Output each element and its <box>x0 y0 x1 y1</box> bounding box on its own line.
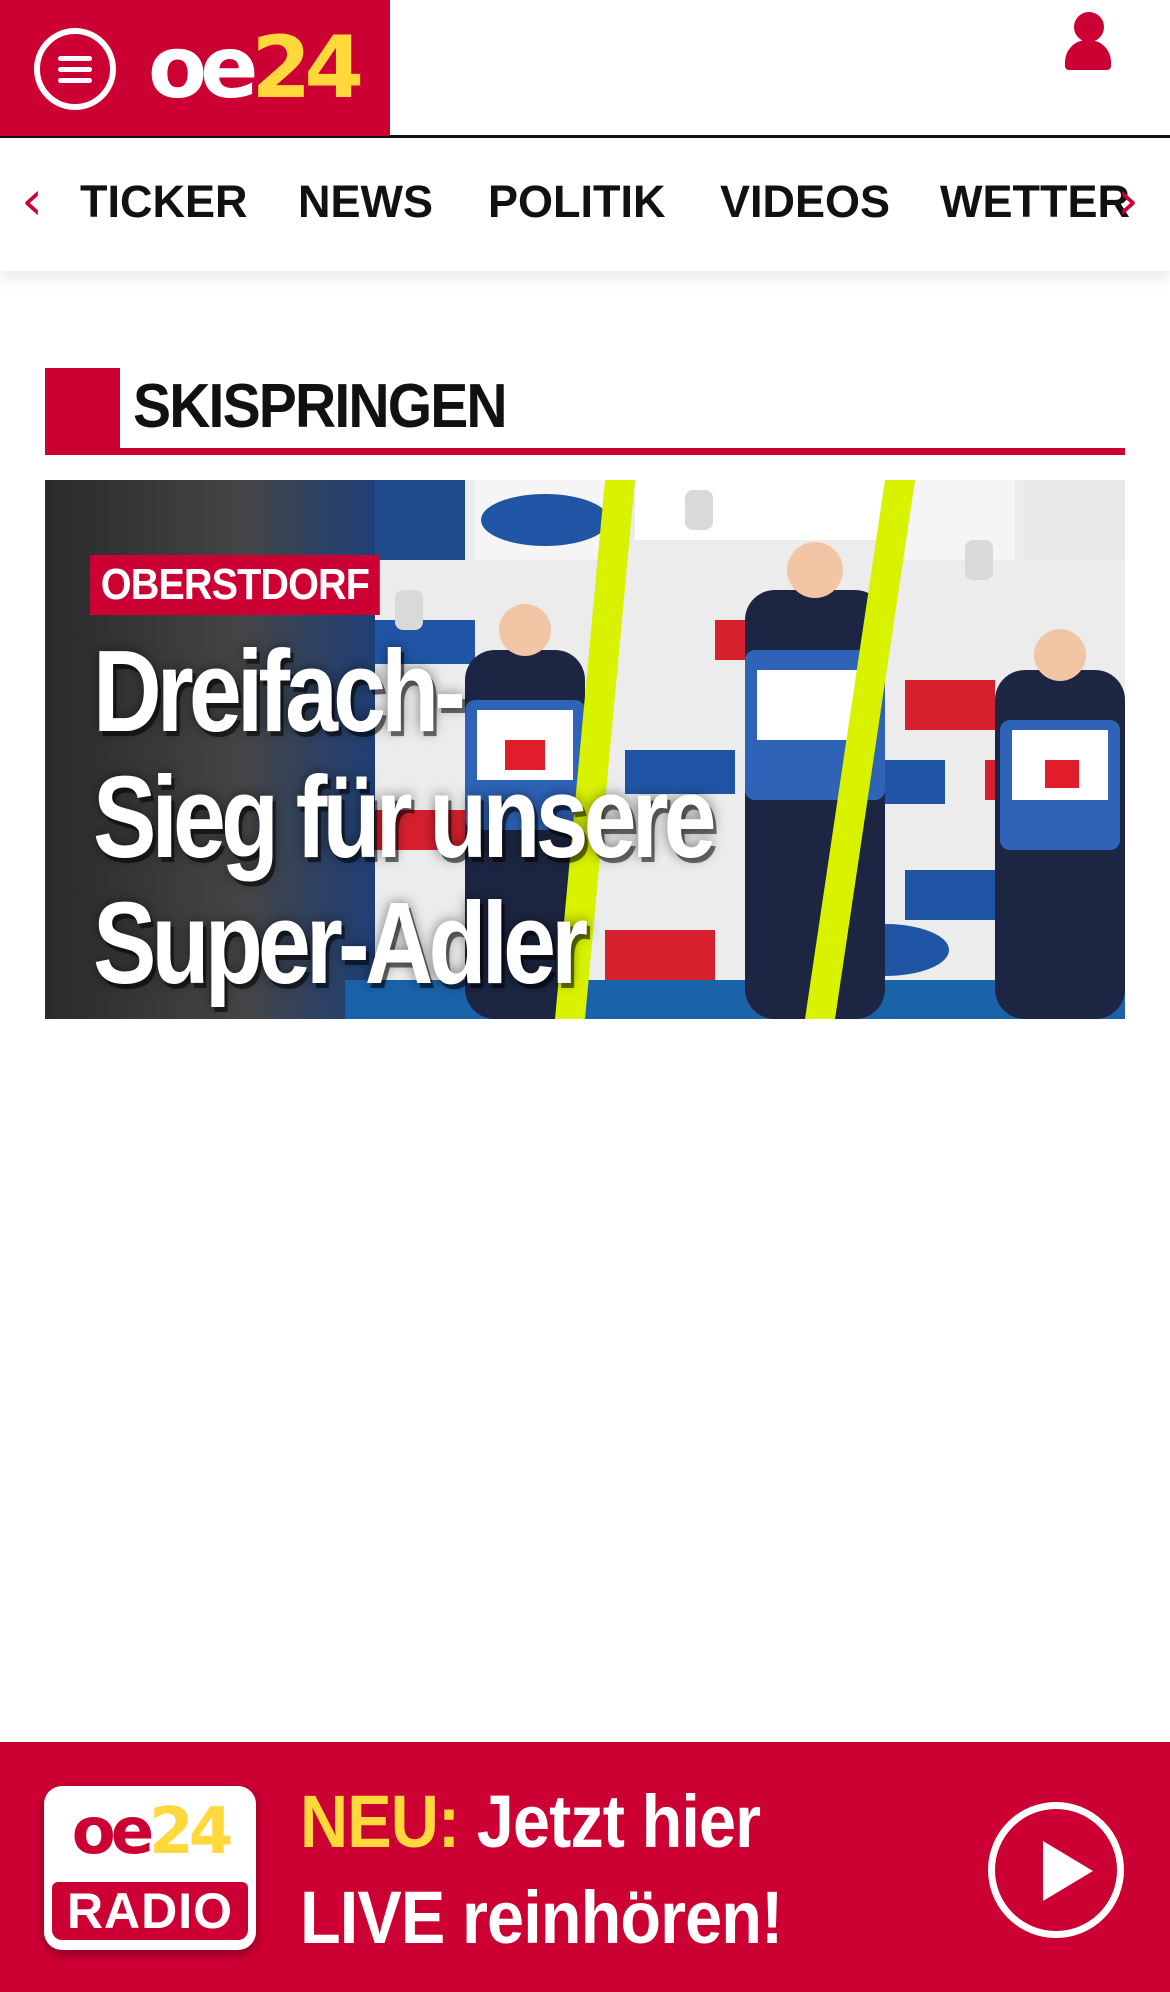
radio-promo-line-1-rest: Jetzt hier <box>459 1780 761 1863</box>
play-icon[interactable] <box>988 1802 1124 1938</box>
radio-promo-line-1: NEU: Jetzt hier <box>300 1774 768 1870</box>
radio-promo-bar[interactable]: oe24 RADIO NEU: Jetzt hier LIVE reinhöre… <box>0 1742 1170 1992</box>
radio-logo: oe24 RADIO <box>44 1786 256 1950</box>
nav-item-wetter[interactable]: WETTER <box>940 177 1130 227</box>
brand-box: oe24 <box>0 0 390 136</box>
radio-logo-oe: oe <box>71 1795 154 1869</box>
nav-item-politik[interactable]: POLITIK <box>488 177 666 227</box>
headline-line: Sieg für unsere <box>93 752 717 882</box>
category-nav: ‹ TICKER NEWS POLITIK VIDEOS WETTER › <box>0 141 1170 271</box>
site-header: oe24 <box>0 0 1170 138</box>
menu-bar-line <box>58 67 92 72</box>
menu-bar-line <box>58 78 92 83</box>
section-accent-block <box>45 368 120 455</box>
user-icon-head <box>1074 12 1104 42</box>
site-logo[interactable]: oe24 <box>148 18 364 118</box>
nav-item-ticker[interactable]: TICKER <box>80 177 248 227</box>
radio-logo-24: 24 <box>149 1795 233 1869</box>
radio-logo-label: RADIO <box>52 1882 248 1940</box>
chevron-right-icon[interactable]: › <box>1110 171 1146 231</box>
menu-bar-line <box>58 56 92 61</box>
headline-line: Super-Adler <box>93 878 588 1008</box>
radio-logo-wordmark: oe24 <box>50 1790 250 1874</box>
section-title[interactable]: SKISPRINGEN <box>133 372 508 442</box>
nav-item-videos[interactable]: VIDEOS <box>720 177 890 227</box>
user-icon-body <box>1065 40 1111 70</box>
logo-text-oe: oe <box>148 18 258 118</box>
user-icon[interactable] <box>1060 10 1116 74</box>
play-triangle <box>1043 1841 1093 1901</box>
radio-promo-line-2: LIVE reinhören! <box>300 1876 783 1959</box>
radio-promo-text: NEU: Jetzt hier LIVE reinhören! <box>300 1774 783 1966</box>
article-headline: Dreifach- Sieg für unsere Super-Adler <box>93 626 717 1008</box>
nav-item-news[interactable]: NEWS <box>298 177 433 227</box>
section-underline <box>45 448 1125 455</box>
chevron-left-icon[interactable]: ‹ <box>14 171 50 231</box>
radio-new-label: NEU: <box>300 1780 460 1863</box>
section-heading: SKISPRINGEN <box>45 368 1125 455</box>
hamburger-menu-icon[interactable] <box>34 28 116 110</box>
article-kicker: OBERSTDORF <box>90 555 380 615</box>
logo-text-24: 24 <box>251 18 364 118</box>
headline-line: Dreifach- <box>93 626 466 756</box>
article-teaser[interactable]: OBERSTDORF Dreifach- Sieg für unsere Sup… <box>45 480 1125 1019</box>
